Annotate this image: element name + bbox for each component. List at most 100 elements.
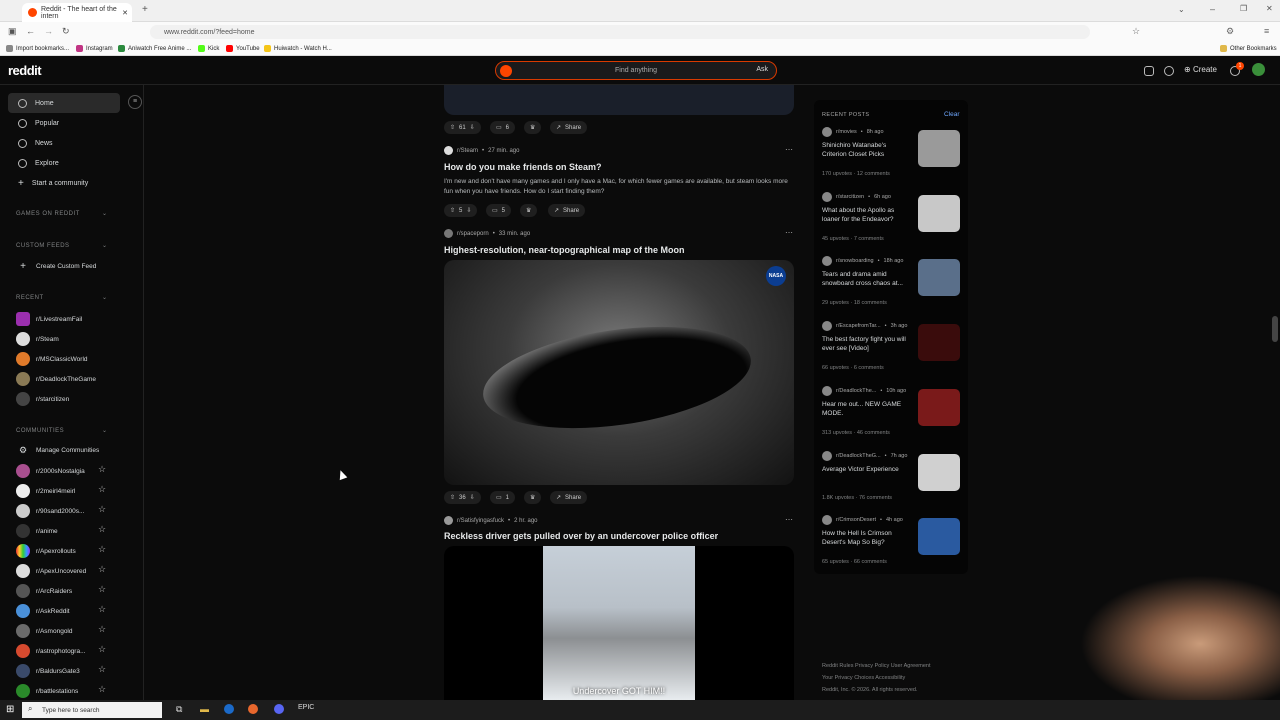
create-custom-feed[interactable]: + Create Custom Feed	[16, 261, 96, 272]
more-options-icon[interactable]: ⋯	[785, 515, 793, 524]
sidebar-toggle-icon[interactable]: ▣	[8, 26, 17, 37]
favorite-star-icon[interactable]: ☆	[98, 484, 106, 495]
award-button[interactable]: ♛	[520, 204, 538, 217]
forward-icon[interactable]: →	[44, 26, 53, 36]
other-bookmarks[interactable]: Other Bookmarks	[1220, 45, 1277, 52]
vote-buttons[interactable]: ⇧ 36 ⇩	[444, 491, 481, 504]
recent-post-title[interactable]: What about the Apollo as loaner for the …	[822, 206, 910, 224]
scrollbar-thumb[interactable]	[1272, 316, 1278, 342]
recent-post-thumbnail[interactable]	[918, 259, 960, 297]
downvote-icon[interactable]: ⇩	[470, 124, 475, 131]
footer-line[interactable]: Reddit Rules Privacy Policy User Agreeme…	[822, 660, 962, 672]
taskbar-search-input[interactable]: ⌕ Type here to search	[22, 702, 162, 718]
upvote-icon[interactable]: ⇧	[450, 207, 455, 214]
tab-close-icon[interactable]: ✕	[122, 9, 128, 17]
community-item[interactable]: r/2meirl4meirl	[16, 484, 75, 498]
extensions-icon[interactable]: ⚙	[1226, 26, 1234, 37]
favorite-star-icon[interactable]: ☆	[98, 564, 106, 575]
recent-post-thumbnail[interactable]	[918, 130, 960, 167]
sidebar-recent-item[interactable]: r/starcitizen	[16, 392, 69, 406]
downvote-icon[interactable]: ⇩	[470, 494, 475, 501]
post-title[interactable]: Reckless driver gets pulled over by an u…	[444, 531, 718, 541]
community-item[interactable]: r/astrophotogra...	[16, 644, 86, 658]
favorite-star-icon[interactable]: ☆	[98, 684, 106, 695]
favorite-star-icon[interactable]: ☆	[98, 664, 106, 675]
comments-button[interactable]: ▭ 5	[486, 204, 512, 217]
recent-post-title[interactable]: Tears and drama amid snowboard cross cha…	[822, 270, 910, 288]
windows-start-icon[interactable]: ⊞	[6, 704, 14, 715]
task-view-icon[interactable]: ⧉	[176, 704, 182, 715]
recent-post-title[interactable]: Hear me out... NEW GAME MODE.	[822, 400, 910, 418]
new-tab-icon[interactable]: +	[142, 4, 148, 15]
favorite-star-icon[interactable]: ☆	[98, 524, 106, 535]
url-field[interactable]: www.reddit.com/?feed=home	[150, 25, 1090, 39]
sidebar-item-start-community[interactable]: + Start a community	[8, 173, 120, 193]
browser-tab[interactable]: Reddit - The heart of the intern ✕	[22, 3, 132, 22]
moon-crater-image[interactable]: NASA	[444, 260, 794, 485]
community-item[interactable]: r/2000sNostalgia	[16, 464, 85, 478]
bookmark-item[interactable]: Kick	[198, 45, 219, 52]
recent-post-thumbnail[interactable]	[918, 388, 960, 426]
upvote-icon[interactable]: ⇧	[450, 124, 455, 131]
upvote-icon[interactable]: ⇧	[450, 494, 455, 501]
bookmark-item[interactable]: Instagram	[76, 45, 113, 52]
back-icon[interactable]: ←	[26, 26, 35, 36]
share-button[interactable]: ↗ Share	[550, 491, 588, 504]
clear-button[interactable]: Clear	[944, 111, 960, 118]
maximize-icon[interactable]: ❐	[1240, 4, 1247, 13]
favorite-star-icon[interactable]: ☆	[98, 644, 106, 655]
share-button[interactable]: ↗ Share	[548, 204, 586, 217]
community-item[interactable]: r/AskReddit	[16, 604, 70, 618]
bookmark-star-icon[interactable]: ☆	[1132, 26, 1140, 37]
award-button[interactable]: ♛	[524, 491, 542, 504]
search-input[interactable]: Find anything Ask	[495, 61, 777, 80]
avatar[interactable]	[1252, 63, 1265, 76]
community-item[interactable]: r/BaldursGate3	[16, 664, 80, 678]
recent-post-item[interactable]: r/EscapefromTar... • 3h ago The best factor…	[822, 321, 964, 371]
community-item[interactable]: r/90sand2000s...	[16, 504, 84, 518]
chat-icon[interactable]	[1164, 66, 1174, 76]
epic-games-icon[interactable]: EPIC	[298, 704, 314, 711]
chevron-down-icon[interactable]: ⌄	[102, 210, 107, 217]
post-meta[interactable]: r/spaceporn • 33 min. ago	[444, 229, 530, 238]
more-options-icon[interactable]: ⋯	[785, 145, 793, 154]
video-frame[interactable]: Undercover GOT HIM!!	[444, 546, 794, 700]
menu-icon[interactable]: ≡	[1264, 26, 1269, 36]
communities-heading[interactable]: COMMUNITIES	[16, 428, 64, 434]
reload-icon[interactable]: ↻	[62, 26, 70, 37]
recent-post-thumbnail[interactable]	[918, 453, 960, 491]
bookmark-item[interactable]: YouTube	[226, 45, 260, 52]
bookmark-item[interactable]: Import bookmarks...	[6, 45, 69, 52]
manage-communities[interactable]: ⚙ Manage Communities	[16, 445, 99, 456]
sidebar-item-popular[interactable]: Popular	[8, 113, 120, 133]
sidebar-item-news[interactable]: News	[8, 133, 120, 153]
bookmark-item[interactable]: Aniwatch Free Anime ...	[118, 45, 191, 52]
recent-post-title[interactable]: The best factory fight you will ever see…	[822, 335, 910, 353]
recent-post-title[interactable]: How the Hell Is Crimson Desert's Map So …	[822, 529, 910, 547]
favorite-star-icon[interactable]: ☆	[98, 624, 106, 635]
recent-post-item[interactable]: r/CrimsonDesert • 4h ago How the Hell Is Cr…	[822, 515, 964, 565]
post-title[interactable]: Highest-resolution, near-topographical m…	[444, 245, 685, 255]
discord-icon[interactable]	[274, 704, 284, 714]
downvote-icon[interactable]: ⇩	[466, 207, 471, 214]
recent-heading[interactable]: RECENT	[16, 295, 44, 301]
close-window-icon[interactable]: ✕	[1266, 4, 1273, 13]
vote-buttons[interactable]: ⇧ 61 ⇩	[444, 121, 481, 134]
comments-button[interactable]: ▭ 6	[490, 121, 516, 134]
community-item[interactable]: r/Apexrollouts	[16, 544, 76, 558]
recent-post-thumbnail[interactable]	[918, 194, 960, 232]
chevron-down-icon[interactable]: ⌄	[102, 427, 107, 434]
favorite-star-icon[interactable]: ☆	[98, 464, 106, 475]
community-item[interactable]: r/ArcRaiders	[16, 584, 72, 598]
post-title[interactable]: How do you make friends on Steam?	[444, 162, 602, 172]
chevron-down-icon[interactable]: ⌄	[102, 294, 107, 301]
post-meta[interactable]: r/Steam • 27 min. ago	[444, 146, 519, 155]
community-item[interactable]: r/ApexUncovered	[16, 564, 86, 578]
sidebar-recent-item[interactable]: r/DeadlockTheGame	[16, 372, 96, 386]
sidebar-recent-item[interactable]: r/MSClassicWorld	[16, 352, 88, 366]
favorite-star-icon[interactable]: ☆	[98, 604, 106, 615]
recent-post-item[interactable]: r/starcitizen • 6h ago What about the Apoll…	[822, 191, 964, 242]
comments-button[interactable]: ▭ 1	[490, 491, 516, 504]
recent-post-title[interactable]: Shinichiro Watanabe's Criterion Closet P…	[822, 141, 910, 159]
ask-button[interactable]: Ask	[756, 66, 768, 73]
